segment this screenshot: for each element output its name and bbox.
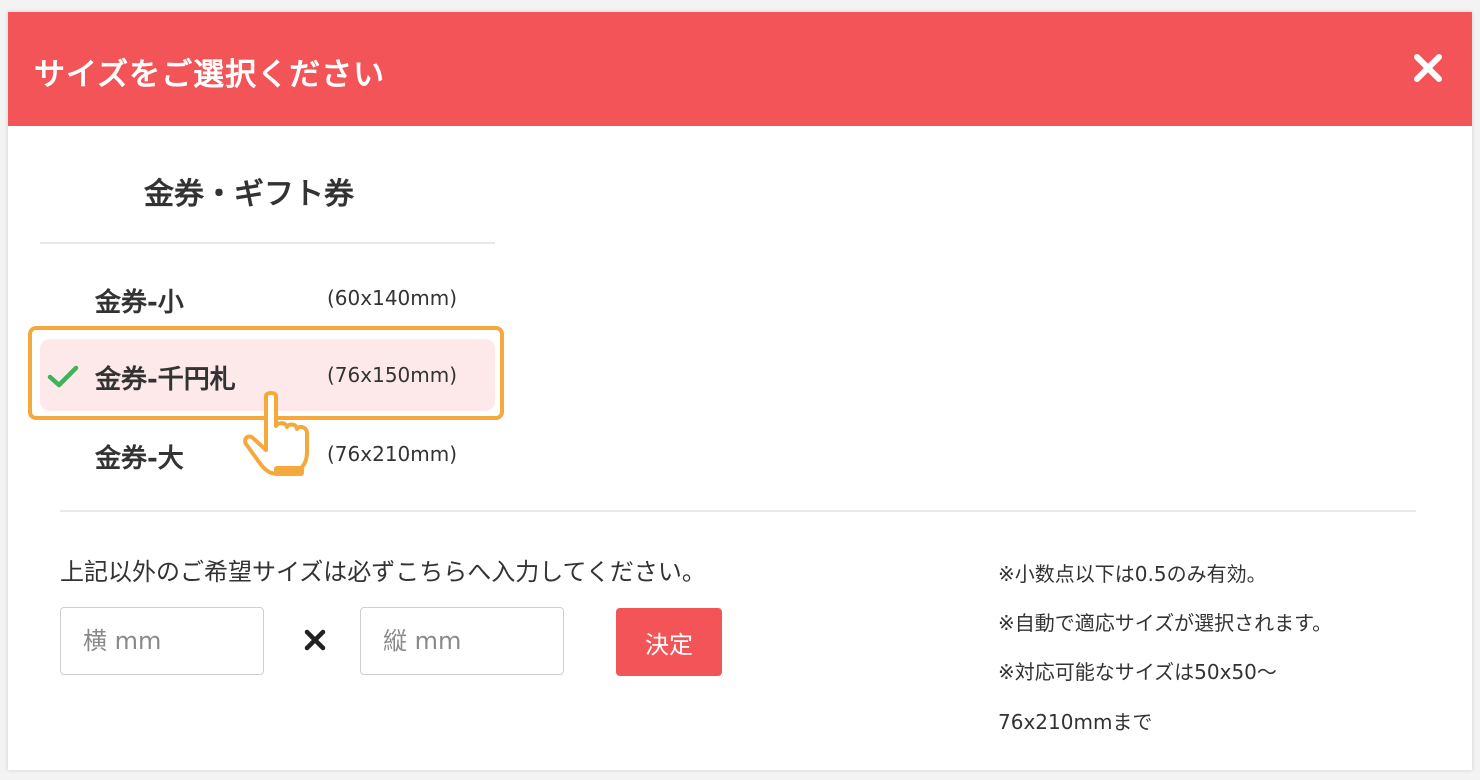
- width-input[interactable]: [60, 607, 264, 675]
- size-option-name: 金券-大: [95, 444, 184, 474]
- note-auto-select: ※自動で適応サイズが選択されます。: [998, 611, 1333, 635]
- size-option-dims: (76x210mm): [327, 442, 458, 466]
- note-decimal: ※小数点以下は0.5のみ有効。: [998, 562, 1267, 586]
- submit-button[interactable]: 決定: [616, 608, 722, 676]
- category-divider: [40, 242, 495, 244]
- pointing-hand-icon: [243, 391, 309, 476]
- size-select-modal: サイズをご選択ください 金券・ギフト券 金券-小 (60x140mm) 金券-千…: [8, 12, 1472, 770]
- note-size-range-cont: 76x210mmまで: [998, 710, 1153, 734]
- close-icon[interactable]: [1408, 48, 1448, 88]
- section-divider: [60, 510, 1416, 512]
- height-input[interactable]: [360, 607, 564, 675]
- modal-title: サイズをご選択ください: [34, 57, 386, 93]
- note-size-range: ※対応可能なサイズは50x50～: [998, 660, 1277, 684]
- modal-header: サイズをご選択ください: [8, 12, 1472, 126]
- size-option-small[interactable]: 金券-小 (60x140mm): [40, 262, 495, 334]
- custom-size-instruction: 上記以外のご希望サイズは必ずこちらへ入力してください。: [60, 558, 706, 586]
- multiply-icon: [304, 629, 326, 651]
- size-option-name: 金券-小: [95, 288, 184, 318]
- category-title: 金券・ギフト券: [144, 177, 354, 212]
- size-option-dims: (60x140mm): [327, 286, 458, 310]
